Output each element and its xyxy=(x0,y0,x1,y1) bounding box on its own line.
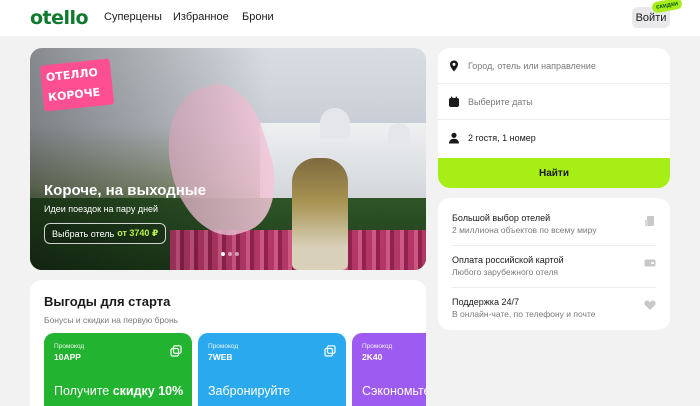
dates-field[interactable]: Выберите даты xyxy=(438,84,670,120)
promo-text: Забронируйте xyxy=(208,384,291,398)
feature-title: Большой выбор отелей xyxy=(452,213,551,223)
choose-hotel-price: от 3740 ₽ xyxy=(117,228,159,238)
destination-field[interactable]: Город, отель или направление xyxy=(438,48,670,84)
otello-logo[interactable]: otello xyxy=(30,7,89,29)
feature-divider xyxy=(452,287,656,288)
destination-placeholder: Город, отель или направление xyxy=(468,60,596,71)
find-button[interactable]: Найти xyxy=(438,158,670,188)
nav-favorites[interactable]: Избранное xyxy=(173,11,229,23)
guests-field[interactable]: 2 гостя, 1 номер xyxy=(438,120,670,156)
copy-icon[interactable] xyxy=(170,345,182,357)
top-bar: otello Суперцены Избранное Брони Войти с… xyxy=(0,0,700,36)
dates-placeholder: Выберите даты xyxy=(468,96,533,107)
benefits-title: Выгоды для старта xyxy=(44,294,171,309)
promo-text-pre: Получите xyxy=(54,384,113,398)
feature-support: Поддержка 24/7 В онлайн-чате, по телефон… xyxy=(452,297,656,319)
feature-title: Оплата российской картой xyxy=(452,255,564,265)
promo-card-7web[interactable]: Промокод 7WEB Забронируйте xyxy=(198,333,346,406)
building-icon xyxy=(645,216,654,226)
feature-divider xyxy=(452,245,656,246)
calendar-icon xyxy=(449,96,459,107)
hero-subtitle: Идеи поездок на пару дней xyxy=(44,204,159,214)
location-pin-icon xyxy=(450,60,458,71)
hero-banner[interactable]: ОТЕЛЛО КОРОЧЕ Короче, на выходные Идеи п… xyxy=(30,48,426,270)
feature-payment: Оплата российской картой Любого зарубежн… xyxy=(452,255,656,277)
feature-hotels: Большой выбор отелей 2 миллиона объектов… xyxy=(452,213,656,235)
promo-card-2k40[interactable]: Промокод 2K40 Сэкономьте xyxy=(352,333,426,406)
carousel-dot[interactable] xyxy=(235,252,239,256)
promo-code: 7WEB xyxy=(208,352,233,362)
hero-sticker: ОТЕЛЛО КОРОЧЕ xyxy=(39,58,115,112)
hero-title: Короче, на выходные xyxy=(44,182,206,199)
promo-code: 2K40 xyxy=(362,352,383,362)
feature-subtitle: 2 миллиона объектов по всему миру xyxy=(452,225,597,235)
card-icon xyxy=(644,259,656,267)
carousel-dots xyxy=(221,252,239,256)
nav-supercheap[interactable]: Суперцены xyxy=(104,11,162,23)
promo-code: 10APP xyxy=(54,352,81,362)
choose-hotel-button[interactable]: Выбрать отель от 3740 ₽ xyxy=(44,223,167,244)
feature-subtitle: В онлайн-чате, по телефону и почте xyxy=(452,309,596,319)
choose-hotel-label: Выбрать отель xyxy=(52,228,115,239)
promo-card-10app[interactable]: Промокод 10APP Получите скидку 10% xyxy=(44,333,192,406)
person-icon xyxy=(449,132,459,144)
promo-label: Промокод xyxy=(362,343,393,350)
promo-text-bold: скидку 10% xyxy=(112,384,184,398)
carousel-dot[interactable] xyxy=(221,252,225,256)
promo-text: Получите скидку 10% xyxy=(54,384,183,398)
carousel-dot[interactable] xyxy=(228,252,232,256)
heart-icon xyxy=(644,300,656,310)
promo-label: Промокод xyxy=(54,343,85,350)
copy-icon[interactable] xyxy=(324,345,336,357)
nav-bookings[interactable]: Брони xyxy=(242,11,274,23)
promo-text: Сэкономьте xyxy=(362,384,426,398)
search-panel: Город, отель или направление Выберите да… xyxy=(438,48,670,188)
guests-value: 2 гостя, 1 номер xyxy=(468,133,536,143)
feature-subtitle: Любого зарубежного отеля xyxy=(452,267,559,277)
features-card: Большой выбор отелей 2 миллиона объектов… xyxy=(438,198,670,330)
feature-title: Поддержка 24/7 xyxy=(452,297,519,307)
promo-label: Промокод xyxy=(208,343,239,350)
benefits-section: Выгоды для старта Бонусы и скидки на пер… xyxy=(30,280,426,406)
benefits-subtitle: Бонусы и скидки на первую бронь xyxy=(44,315,179,325)
